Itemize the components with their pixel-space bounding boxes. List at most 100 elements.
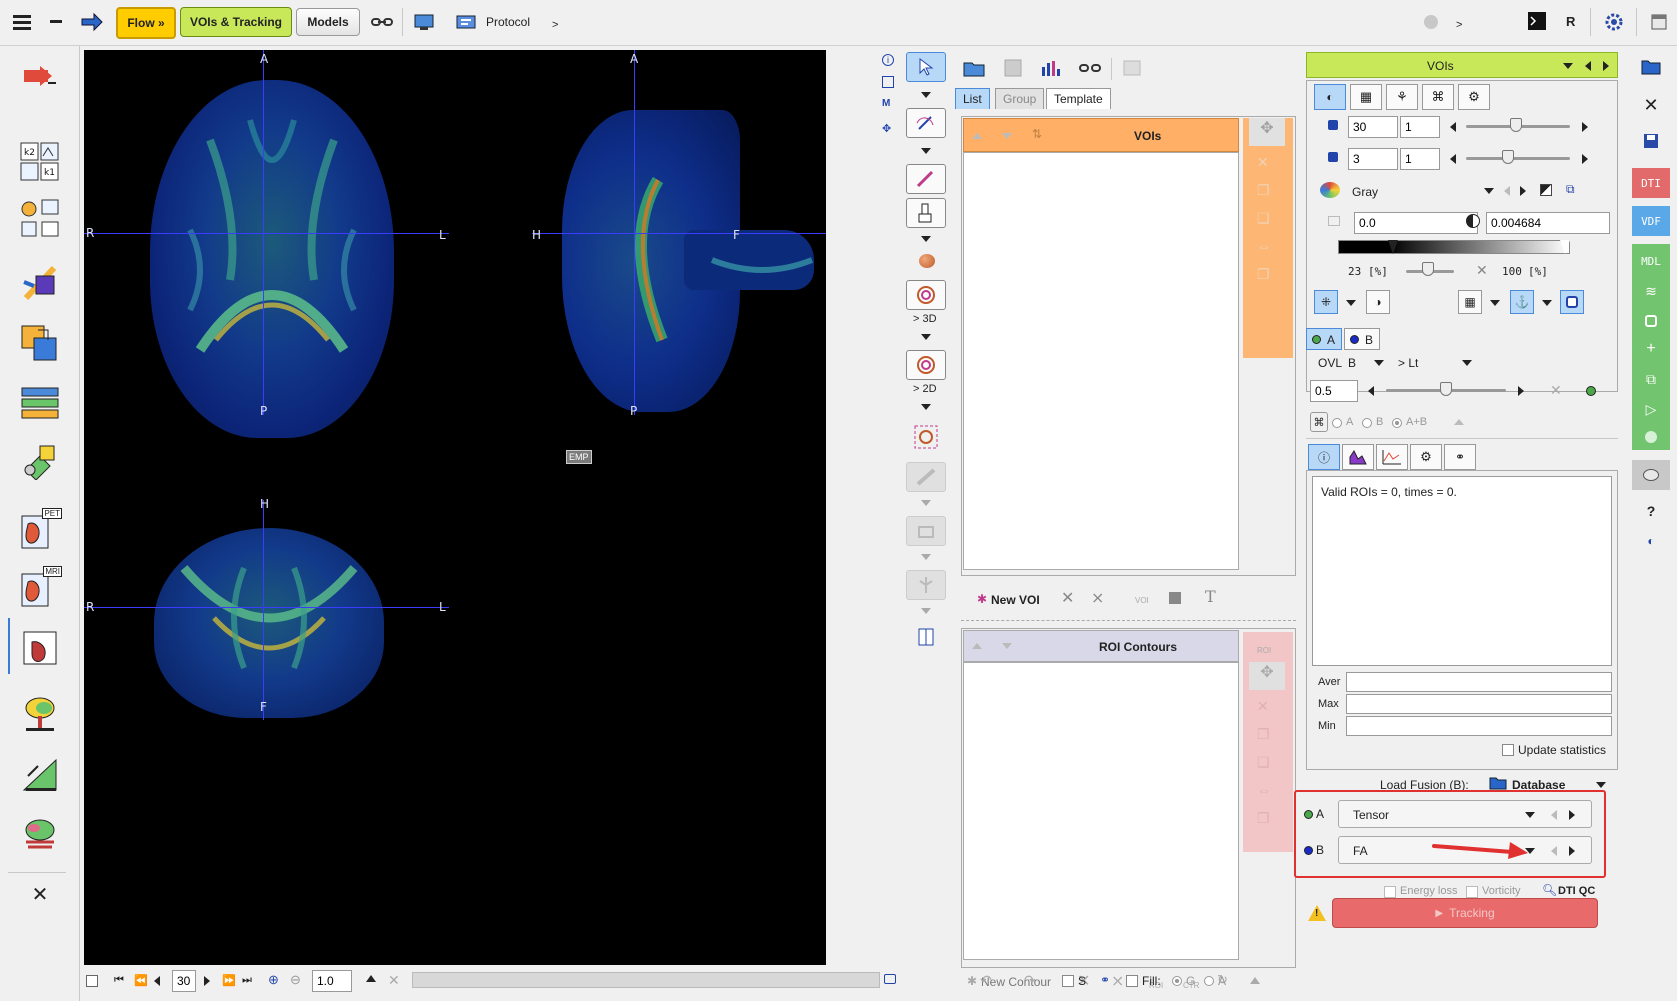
strip-help-button[interactable]: ? <box>1632 496 1670 526</box>
strip-mdl-button[interactable]: MDL <box>1632 246 1670 276</box>
g-radio[interactable] <box>1172 976 1182 986</box>
header-prev-icon[interactable] <box>1585 61 1591 71</box>
window-icon[interactable] <box>1648 12 1670 32</box>
settings-tab-icon[interactable]: ⚙ <box>1458 84 1490 110</box>
fast-back-icon[interactable]: ⏪ <box>134 974 148 987</box>
grid-mode-icon[interactable]: ▦ <box>1458 290 1482 314</box>
colormap-settings-icon[interactable]: ⧉ <box>1566 182 1575 197</box>
tree-tab-icon[interactable]: ⚘ <box>1386 84 1418 110</box>
fill-checkbox[interactable] <box>1126 975 1138 987</box>
import-arrow-icon[interactable] <box>18 54 62 98</box>
colormap-label[interactable]: Gray <box>1352 185 1378 199</box>
layout-select-dropdown-icon[interactable] <box>1346 300 1356 306</box>
slice-inc-icon-2[interactable] <box>1582 154 1588 164</box>
open-folder-icon[interactable] <box>961 56 987 80</box>
palette-icon[interactable] <box>1320 182 1340 198</box>
zoom-input[interactable] <box>312 970 352 992</box>
kinetic-model-icon[interactable]: k2 k1 <box>18 140 62 184</box>
toolbar-more[interactable]: > <box>552 19 558 31</box>
flowchart-icon[interactable] <box>18 196 62 240</box>
dti-qc-label[interactable]: DTI QC <box>1558 885 1595 897</box>
max-contrast-icon[interactable] <box>1466 214 1480 228</box>
tab-group[interactable]: Group <box>995 88 1045 109</box>
contrast-tab-icon[interactable]: ◐ <box>1314 84 1346 110</box>
header-next-icon[interactable] <box>1603 61 1609 71</box>
radio-a[interactable] <box>1332 418 1342 428</box>
slice-slider-thumb-2[interactable] <box>1502 150 1514 164</box>
strip-close-icon[interactable]: ✕ <box>1632 90 1670 120</box>
voi-stop-icon[interactable] <box>1169 592 1181 604</box>
close-icon[interactable]: ✕ <box>30 884 50 906</box>
gray-colorbar[interactable] <box>1338 240 1570 254</box>
lt-label[interactable]: > Lt <box>1398 356 1418 370</box>
stats-histogram-tab-icon[interactable] <box>1342 444 1374 470</box>
colormap-next-icon[interactable] <box>1520 186 1526 196</box>
series-a-select[interactable]: Tensor <box>1338 800 1592 828</box>
grid-mode-dropdown-icon[interactable] <box>1490 300 1500 306</box>
link-small-icon[interactable]: ⚭ <box>1100 973 1110 987</box>
right-panel-header[interactable]: VOIs <box>1306 52 1618 78</box>
pointer-dropdown-icon[interactable] <box>921 92 931 98</box>
strip-square-icon[interactable] <box>1632 306 1670 336</box>
tab-list[interactable]: List <box>955 88 990 109</box>
reset-zoom-icon[interactable]: ✕ <box>388 972 400 989</box>
menu-icon[interactable] <box>12 12 32 32</box>
brush-dropdown-icon[interactable] <box>921 236 931 242</box>
database-icon[interactable] <box>18 382 62 426</box>
a-radio[interactable] <box>1204 976 1214 986</box>
strip-brain-icon[interactable] <box>1632 460 1670 490</box>
vois-list[interactable] <box>963 152 1239 570</box>
grid-tab-icon[interactable]: ▦ <box>1350 84 1382 110</box>
database-dropdown-icon[interactable] <box>1596 782 1606 788</box>
radio-b[interactable] <box>1362 418 1372 428</box>
slice-step-input-2[interactable] <box>1400 148 1440 170</box>
region-3d-tool-icon[interactable] <box>906 280 946 310</box>
fusion-mode-icon[interactable]: ⌘ <box>1310 412 1328 432</box>
region-2d-tool-icon[interactable] <box>906 350 946 380</box>
series-b-next-icon[interactable] <box>1569 846 1575 856</box>
update-stats-checkbox[interactable] <box>1502 744 1514 756</box>
m-icon[interactable]: M <box>882 98 890 109</box>
pct-slider-thumb[interactable] <box>1422 262 1434 276</box>
layout-icon[interactable] <box>882 76 894 88</box>
max-value-input[interactable] <box>1486 212 1610 234</box>
series-a-next-icon[interactable] <box>1569 810 1575 820</box>
monitor-icon[interactable] <box>412 10 438 34</box>
contour-dropdown-icon[interactable] <box>921 148 931 154</box>
strip-save-icon[interactable] <box>1632 126 1670 156</box>
lt-dropdown-icon[interactable] <box>1462 360 1472 366</box>
fusion-reset-icon[interactable]: ✕ <box>1550 382 1562 399</box>
header-dropdown-icon[interactable] <box>1563 63 1573 69</box>
slice-input[interactable] <box>172 970 196 992</box>
brush-tool-icon[interactable] <box>906 198 946 228</box>
stats-link-tab-icon[interactable]: ⚭ <box>1444 444 1476 470</box>
zoom-up-icon[interactable] <box>366 975 376 982</box>
terminal-icon[interactable] <box>1528 12 1546 30</box>
strip-plus-icon[interactable]: + <box>1632 334 1670 364</box>
new-voi-button[interactable]: New VOI <box>991 593 1040 607</box>
pen-tool-icon[interactable] <box>906 164 946 194</box>
minimize-icon[interactable] <box>50 20 62 23</box>
slice-slider-thumb-1[interactable] <box>1510 118 1522 132</box>
protocol-icon[interactable] <box>454 11 480 33</box>
region-2d-dropdown-icon[interactable] <box>921 404 931 410</box>
strip-circle-icon[interactable] <box>1632 422 1670 452</box>
last-slice-icon[interactable]: ⏭ <box>242 974 252 987</box>
half-contrast-icon[interactable]: ◑ <box>1366 290 1390 314</box>
colorbar-lower-marker[interactable] <box>1388 240 1398 254</box>
camera-icon[interactable] <box>884 974 896 984</box>
stats-info-tab-icon[interactable]: ⓘ <box>1308 444 1340 470</box>
image-viewer[interactable]: A P R L A P H F EMP H F R L <box>84 50 826 965</box>
3d-render-icon[interactable] <box>18 438 62 482</box>
animal-icon[interactable] <box>18 812 62 856</box>
cardiac-icon[interactable] <box>18 626 62 670</box>
processing-icon[interactable] <box>18 260 62 304</box>
voi-remove-icon[interactable]: ✕ <box>1061 588 1074 608</box>
splitter-handle[interactable] <box>961 620 1296 624</box>
colormap-dropdown-icon[interactable] <box>1484 188 1494 194</box>
stats-text-area[interactable]: Valid ROIs = 0, times = 0. <box>1312 476 1612 666</box>
vois-tracking-button[interactable]: VOIs & Tracking <box>180 7 292 37</box>
slice-dec-icon-2[interactable] <box>1450 154 1456 164</box>
slice-inc-icon-1[interactable] <box>1582 122 1588 132</box>
load-arrow-icon[interactable] <box>80 10 104 34</box>
